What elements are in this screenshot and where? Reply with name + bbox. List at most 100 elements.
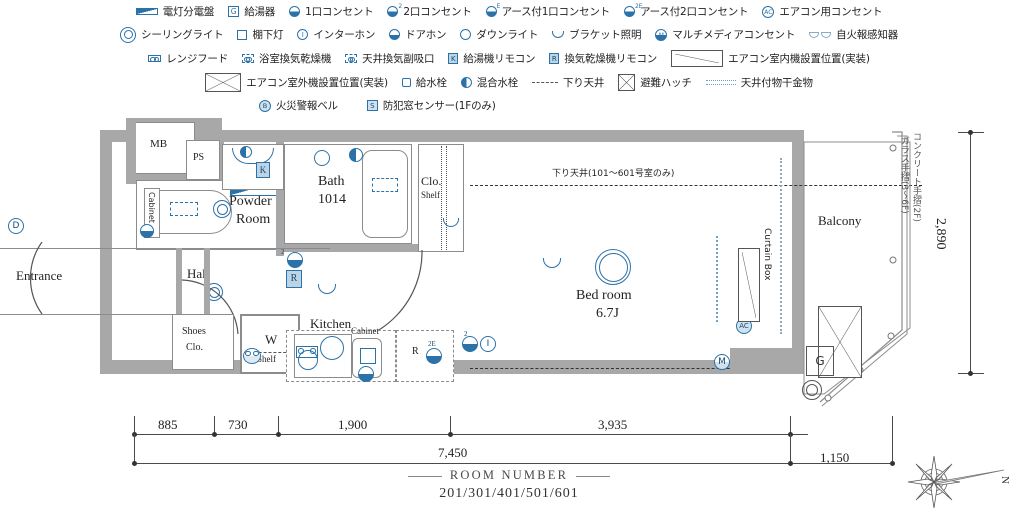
legend-label: 2口コンセント <box>403 6 472 18</box>
ceiling-hanger-icon <box>705 79 736 85</box>
stove-burner-1-icon <box>320 336 344 360</box>
legend-row-3: レンジフード 浴室換気乾燥機 天井換気副吸口 K 給湯機リモコン R 換気乾燥機… <box>0 46 1018 70</box>
washer-vent-icon <box>243 348 261 364</box>
shoes-closet-label-line2: Clo. <box>186 342 203 353</box>
room-numbers: 201/301/401/501/601 <box>439 486 579 501</box>
legend-item-grounded-outlet-2: 2E アース付2口コンセント <box>623 3 749 19</box>
legend-label: 棚下灯 <box>252 29 284 41</box>
legend-row-4: エアコン室外機設置位置(実装) 給水栓 混合水栓 下り天井 避難ハッチ 天井付物… <box>0 70 1018 94</box>
legend-label: アース付1口コンセント <box>501 6 611 18</box>
legend: 電灯分電盤 G 給湯器 1口コンセント 2 2口コンセント E アース付1口コン… <box>0 0 1018 117</box>
dim-total-tick-right <box>790 434 791 464</box>
bath-vent-dryer-icon <box>372 178 398 192</box>
marker-2e-sup: 2E <box>428 340 436 348</box>
interphone-icon: I <box>297 29 309 40</box>
closet-label-line1: Clo. <box>421 174 442 188</box>
kitchen-cabinet-label: Cabinet <box>351 326 379 336</box>
legend-label: 下り天井 <box>563 76 605 89</box>
washer-label: W <box>265 332 278 347</box>
water-heater-icon: G <box>228 6 240 17</box>
closet-door-line-2 <box>446 146 447 250</box>
bathtub <box>362 150 408 238</box>
ceiling-vent-icon <box>345 53 358 63</box>
legend-row-5: B 火災警報ベル S 防犯窓センサー(1Fのみ) <box>0 94 1018 117</box>
sink-bowl-icon <box>170 202 198 216</box>
dim-seg-line <box>134 434 808 435</box>
legend-label: インターホン <box>313 29 376 41</box>
legend-item-dropped-ceiling: 下り天井 <box>532 75 604 90</box>
bracket-light-icon <box>552 31 565 38</box>
legend-item-distribution-board: 電灯分電盤 <box>135 4 215 19</box>
water-heater-remote-icon: K <box>448 52 459 64</box>
bath-mixing-tap-icon <box>349 148 363 162</box>
legend-item-ceiling-vent: 天井換気副吸口 <box>345 51 434 66</box>
dim-dot-3 <box>448 432 453 437</box>
floor-plan-drawing: MB PS Powder Room Cabinet D Bath 1014 K <box>0 118 1018 418</box>
legend-label: 換気乾燥機リモコン <box>564 52 658 65</box>
kitchen-under-shelf-light-icon <box>360 348 376 364</box>
kitchen-range-hood-icon <box>296 346 318 358</box>
dim-total-dot-far <box>890 461 895 466</box>
shoes-closet <box>172 314 234 370</box>
grounded-1-sup: E <box>496 3 501 10</box>
bedroom-outlet-sup: 2 <box>464 330 468 338</box>
legend-item-water-tap: 給水栓 <box>401 75 447 90</box>
balcony-sill-wall <box>730 348 802 374</box>
range-hood-icon <box>148 54 162 63</box>
dim-tick-5 <box>892 416 893 462</box>
legend-item-bracket-light: ブラケット照明 <box>552 27 641 42</box>
curtain-box-line <box>780 158 782 334</box>
bath-downlight-icon <box>314 150 330 166</box>
ps-label: PS <box>193 152 205 163</box>
dropped-ceiling-icon <box>532 81 558 83</box>
distribution-board-icon <box>135 8 158 15</box>
legend-label: 混合水栓 <box>476 76 518 89</box>
vertical-dimension-label: 2,890 <box>933 218 948 250</box>
legend-label: 電灯分電盤 <box>162 6 215 18</box>
balcony-drain-inner-icon <box>806 384 818 396</box>
hall-outlet-icon <box>287 252 303 268</box>
powder-ceiling-light-icon <box>213 200 231 218</box>
legend-item-downlight: ダウンライト <box>460 27 538 42</box>
aircon-indoor-position-icon <box>671 49 724 67</box>
legend-item-mixing-tap: 混合水栓 <box>460 75 518 90</box>
dim-label-885: 885 <box>158 417 178 432</box>
legend-item-outlet-2: 2 2口コンセント <box>387 3 472 19</box>
ceiling-hanger-line <box>716 236 718 322</box>
bedroom-ceiling-light-icon <box>595 249 631 285</box>
legend-item-aircon-outdoor-position: エアコン室外機設置位置(実装) <box>205 72 388 92</box>
floorplan-page: 電灯分電盤 G 給湯器 1口コンセント 2 2口コンセント E アース付1口コン… <box>0 0 1018 513</box>
legend-item-range-hood: レンジフード <box>148 51 228 66</box>
handrail-concrete-note: コンクリート手摺(2F) <box>911 132 921 222</box>
bath-label-line2: 1014 <box>318 192 346 207</box>
legend-item-door-phone: ドアホン <box>389 27 447 42</box>
legend-label: ドアホン <box>405 29 447 41</box>
grounded-outlet-1-icon: E <box>485 3 500 17</box>
legend-label: 防犯窓センサー(1Fのみ) <box>382 100 496 112</box>
security-window-sensor-icon: S <box>366 100 378 111</box>
washbasin-mixing-tap-icon <box>240 146 252 158</box>
legend-item-water-heater-remote: K 給湯機リモコン <box>448 51 536 66</box>
dim-total-line <box>134 463 892 464</box>
entrance-door-swing <box>30 241 43 315</box>
legend-label: シーリングライト <box>141 29 224 41</box>
marker-k-remote: K <box>256 162 270 178</box>
room-number-title-wrap: ROOM NUMBER <box>0 468 1018 483</box>
aircon-indoor-unit <box>738 248 760 322</box>
legend-item-security-window-sensor: S 防犯窓センサー(1Fのみ) <box>366 98 496 113</box>
legend-label: 浴室換気乾燥機 <box>259 52 332 65</box>
door-phone-icon <box>389 29 401 40</box>
bedroom-label-line2: 6.7J <box>596 306 619 321</box>
dim-dot-2 <box>276 432 281 437</box>
legend-label: 避難ハッチ <box>640 76 692 89</box>
marker-i-interphone: I <box>480 336 496 352</box>
refrigerator-bay <box>396 330 454 382</box>
balcony-water-heater-icon: G <box>806 346 834 376</box>
rule-left <box>407 475 442 477</box>
legend-item-aircon-outlet: AC エアコン用コンセント <box>762 4 883 19</box>
outlet-2-sup: 2 <box>398 3 403 10</box>
aircon-outlet-icon: AC <box>762 5 775 18</box>
compass-rose: N <box>906 452 1016 510</box>
mixing-tap-icon <box>460 76 472 88</box>
legend-item-multimedia-outlet: M マルチメディアコンセント <box>655 27 795 42</box>
